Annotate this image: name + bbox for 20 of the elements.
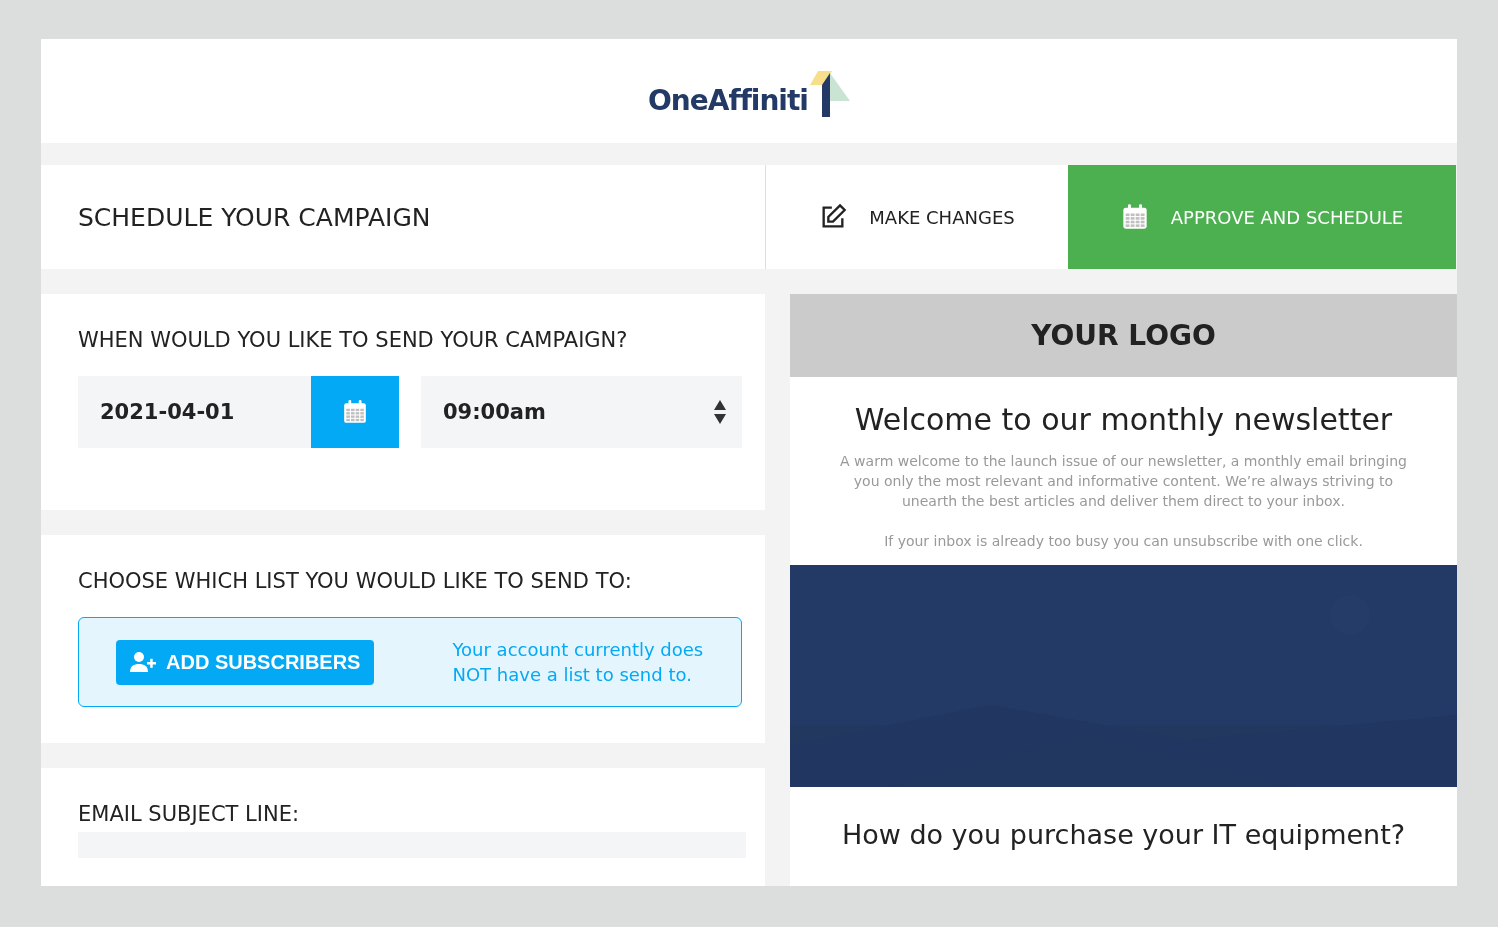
add-user-icon [130,652,156,672]
calendar-icon [342,399,368,425]
section-heading: WHEN WOULD YOU LIKE TO SEND YOUR CAMPAIGN? [78,328,629,352]
newsletter-title: Welcome to our monthly newsletter [853,402,1394,437]
page-title: SCHEDULE YOUR CAMPAIGN [78,202,431,232]
calendar-button[interactable] [311,376,399,448]
time-select[interactable]: 09:00am [421,376,742,448]
paragraph: A warm welcome to the launch issue of our newsletter, a monthly email bringing you only the most relevant and informative content. We’re always striving to unearth the best articles and deliver them direct to your inbox. [839,452,1408,511]
section-heading: CHOOSE WHICH LIST YOU WOULD LIKE TO SEND TO: [78,569,633,593]
sort-icon [714,400,726,424]
paragraph: If your inbox is already too busy you can unsubscribe with one click. [883,532,1364,551]
question-heading: How do you purchase your IT equipment? [840,819,1407,850]
notice-text: Your account currently does NOT have a list to send to. [452,638,705,687]
date-field[interactable]: 2021-04-01 [78,376,399,448]
logo: OneAffiniti [648,84,808,117]
edit-button[interactable]: MAKE CHANGES [766,165,1068,269]
logo-icon [809,71,850,117]
calendar-icon [1120,203,1149,231]
logo-placeholder-text: YOUR LOGO [1031,319,1216,352]
section-heading: EMAIL SUBJECT LINE: [78,802,300,826]
